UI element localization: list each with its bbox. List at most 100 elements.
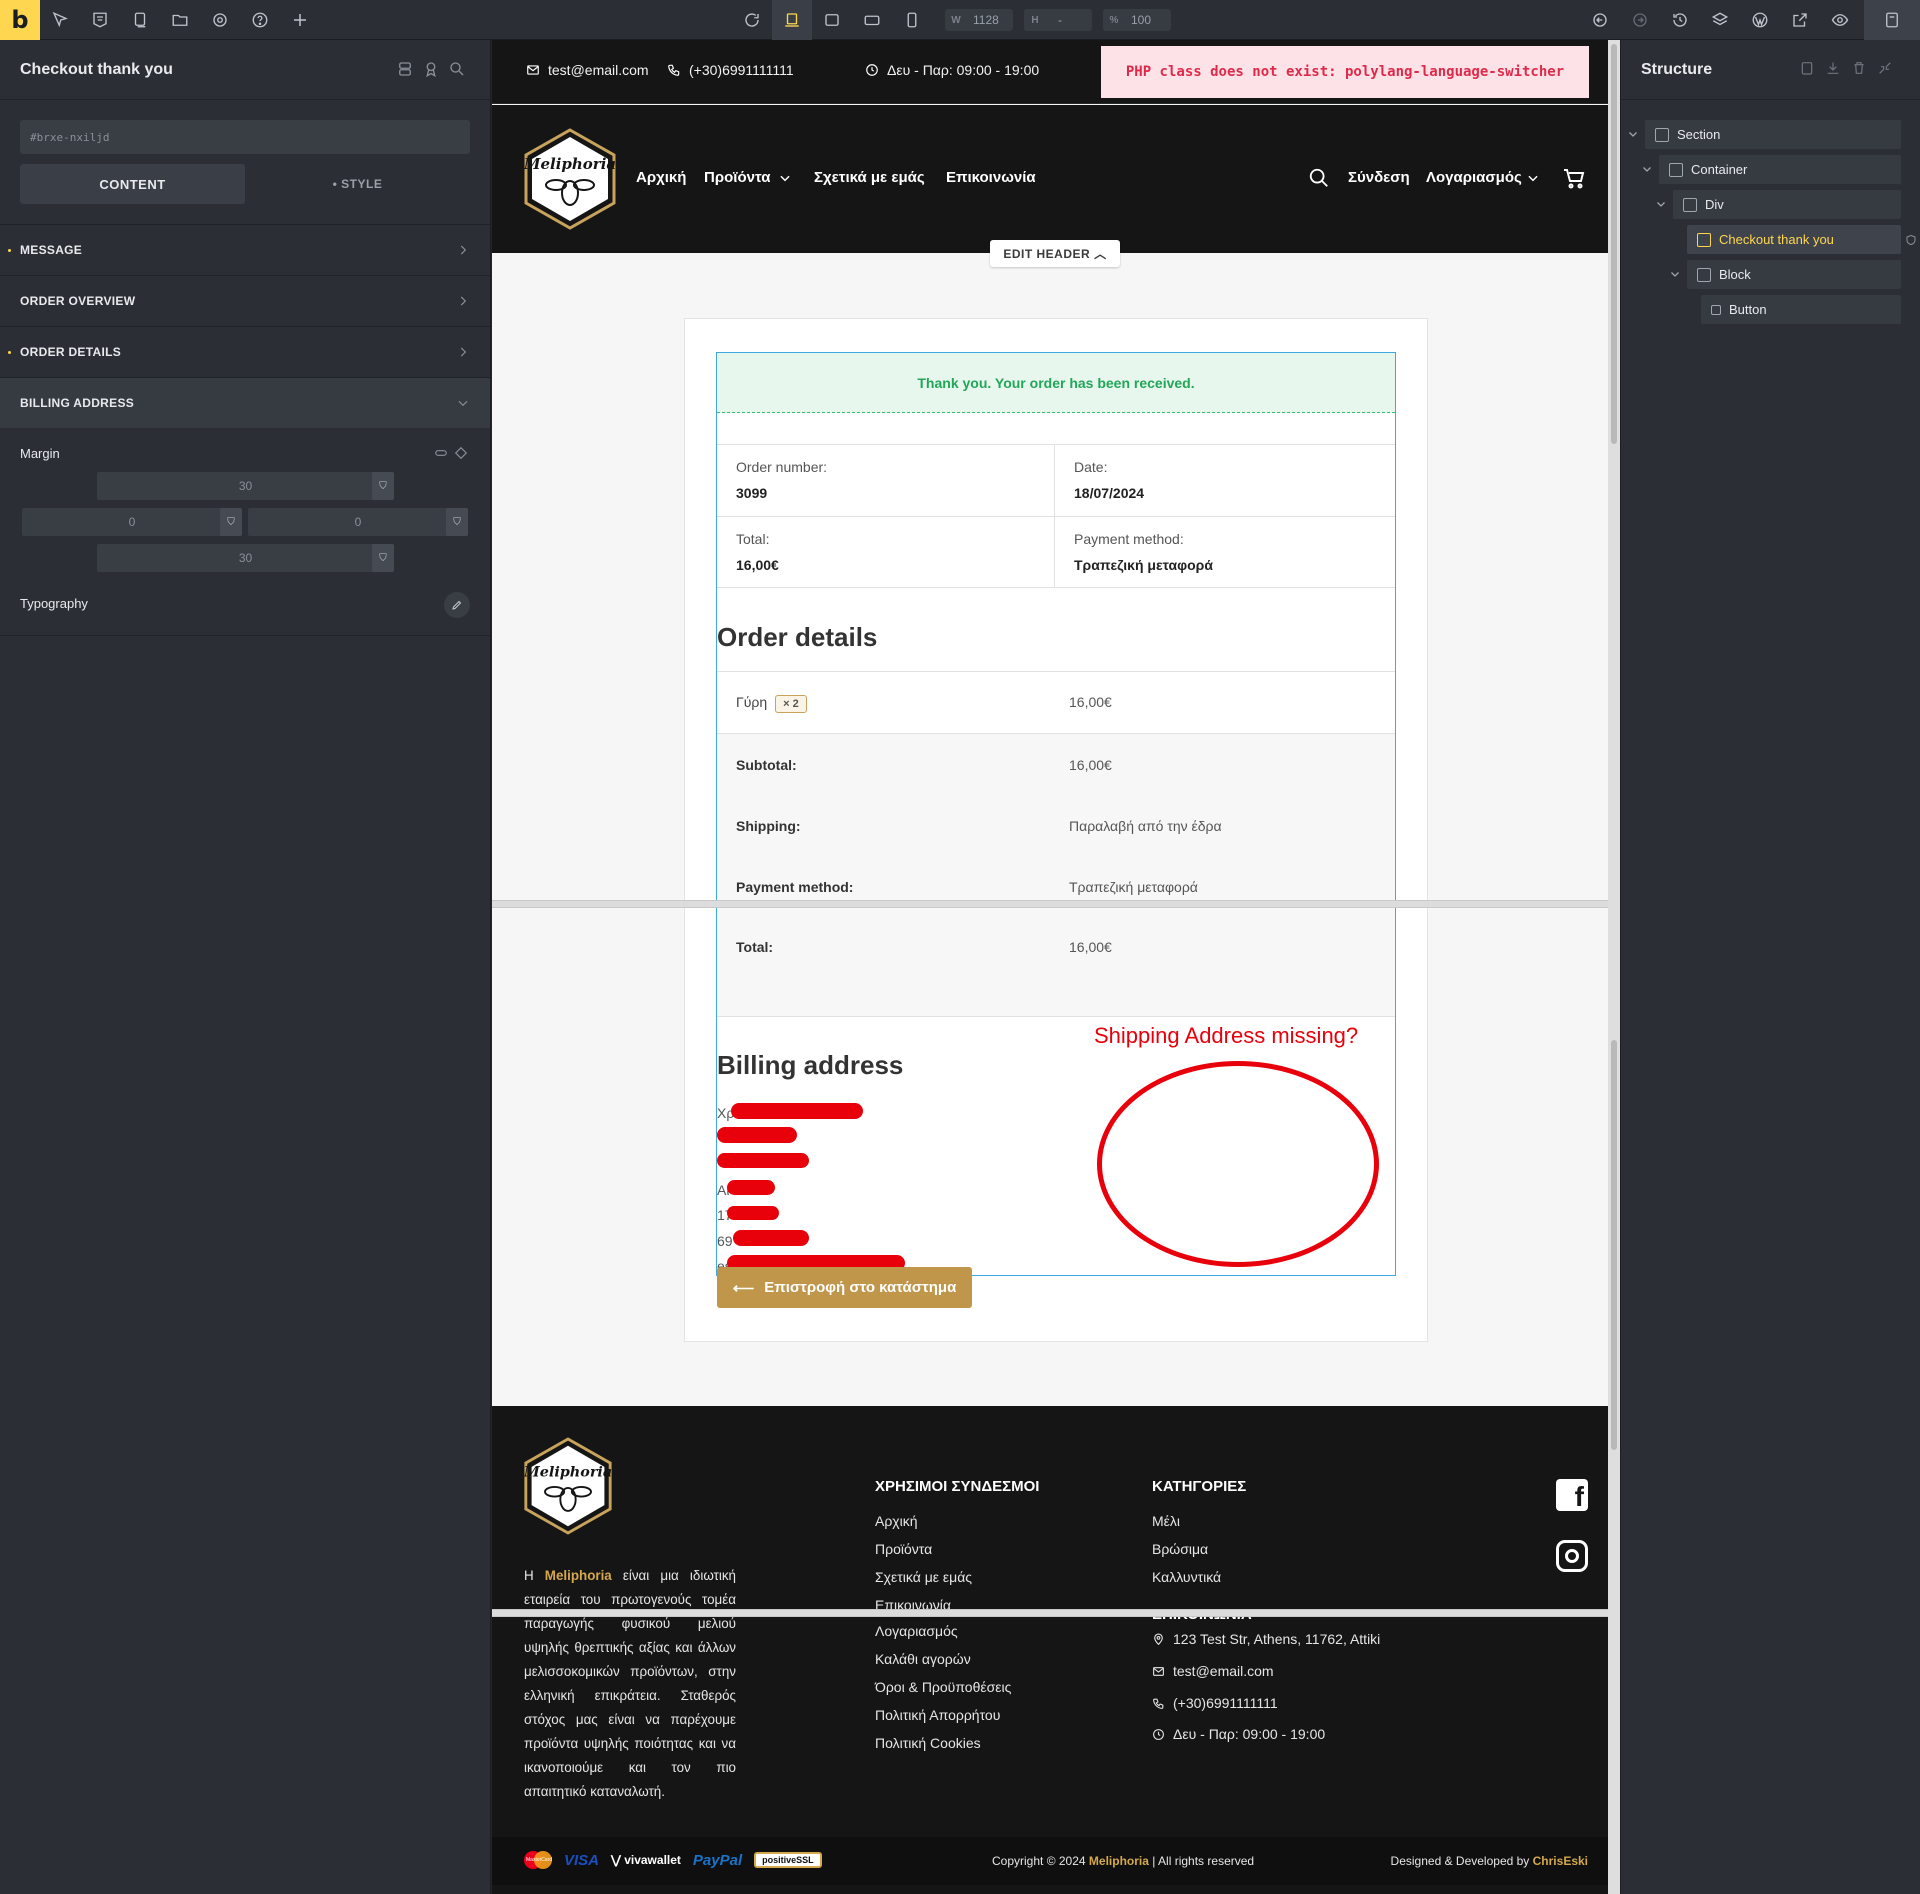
- footer-link[interactable]: Σχετικά με εμάς: [875, 1569, 972, 1585]
- chevron-down-icon: [456, 396, 470, 410]
- clipboard-icon[interactable]: [1799, 60, 1815, 76]
- badge-icon[interactable]: [422, 60, 440, 78]
- edit-pencil-icon[interactable]: [444, 592, 470, 618]
- chevron-down-icon[interactable]: [778, 171, 792, 185]
- tree-button[interactable]: Button: [1701, 295, 1901, 324]
- footer-email[interactable]: test@email.com: [1152, 1663, 1274, 1679]
- footer-link[interactable]: Πολιτική Cookies: [875, 1735, 981, 1751]
- topbar-phone[interactable]: (+30)6991111111: [667, 62, 794, 78]
- facebook-icon[interactable]: f: [1556, 1479, 1588, 1511]
- element-id-field[interactable]: #brxe-nxiljd: [20, 120, 470, 154]
- scale-field[interactable]: % 100: [1103, 9, 1171, 31]
- site-logo[interactable]: Meliphoria: [522, 127, 618, 231]
- settings-icon[interactable]: [208, 8, 232, 32]
- item-name[interactable]: Γύρη: [736, 694, 767, 710]
- margin-bottom-input[interactable]: 30 ⛉: [97, 544, 394, 572]
- search-icon[interactable]: [448, 60, 466, 78]
- return-to-shop-button[interactable]: ⟵ Επιστροφή στο κατάστημα: [717, 1267, 972, 1308]
- redo-icon[interactable]: [1628, 8, 1652, 32]
- mobile-icon[interactable]: [900, 8, 924, 32]
- tree-container[interactable]: Container: [1659, 155, 1901, 184]
- nav-account[interactable]: Λογαριασμός: [1426, 169, 1522, 186]
- footer-link[interactable]: Καλάθι αγορών: [875, 1651, 971, 1667]
- download-icon[interactable]: [1825, 60, 1841, 76]
- save-icon[interactable]: [1880, 8, 1904, 32]
- accordion-message[interactable]: MESSAGE: [0, 224, 490, 275]
- margin-right-input[interactable]: 0 ⛉: [248, 508, 468, 536]
- nav-login[interactable]: Σύνδεση: [1348, 169, 1410, 186]
- external-link-icon[interactable]: [1788, 8, 1812, 32]
- tablet-icon[interactable]: [860, 8, 884, 32]
- chevron-down-icon[interactable]: [1627, 128, 1639, 140]
- designer-link[interactable]: ChrisEski: [1533, 1854, 1588, 1868]
- accordion-order-details[interactable]: ORDER DETAILS: [0, 326, 490, 377]
- link-icon[interactable]: [434, 446, 448, 460]
- tab-style[interactable]: • STYLE: [245, 164, 470, 204]
- wordpress-icon[interactable]: [1748, 8, 1772, 32]
- footer-phone[interactable]: (+30)6991111111: [1152, 1695, 1278, 1711]
- chevron-down-icon[interactable]: [1641, 163, 1653, 175]
- payment-logos: MasterCard VISA ⋁ vivawallet PayPal posi…: [524, 1851, 822, 1869]
- bricks-logo[interactable]: b: [0, 0, 40, 40]
- category-link[interactable]: Καλλυντικά: [1152, 1569, 1221, 1585]
- hours-text: Δευ - Παρ: 09:00 - 19:00: [887, 62, 1040, 78]
- footer-logo[interactable]: Meliphoria: [522, 1436, 614, 1536]
- width-field[interactable]: W 1128: [945, 9, 1013, 31]
- margin-top-input[interactable]: 30 ⛉: [97, 472, 394, 500]
- height-field[interactable]: H-: [1024, 9, 1092, 31]
- nav-contact[interactable]: Επικοινωνία: [946, 169, 1036, 186]
- cursor-icon[interactable]: [48, 8, 72, 32]
- chevron-down-icon[interactable]: [1526, 171, 1540, 185]
- footer-link[interactable]: Αρχική: [875, 1513, 918, 1529]
- refresh-icon[interactable]: [740, 8, 764, 32]
- template-icon[interactable]: [88, 8, 112, 32]
- undo-icon[interactable]: [1588, 8, 1612, 32]
- scrollbar-thumb[interactable]: [1611, 1040, 1617, 1450]
- accordion-order-overview[interactable]: ORDER OVERVIEW: [0, 275, 490, 326]
- mail-icon: [1152, 1665, 1165, 1678]
- nav-products[interactable]: Προϊόντα: [704, 169, 770, 186]
- footer-link[interactable]: Προϊόντα: [875, 1541, 932, 1557]
- nav-about[interactable]: Σχετικά με εμάς: [814, 169, 925, 186]
- search-icon[interactable]: [1308, 167, 1330, 189]
- scrollbar-thumb[interactable]: [1611, 44, 1617, 444]
- history-icon[interactable]: [1668, 8, 1692, 32]
- copyright-brand[interactable]: Meliphoria: [1089, 1854, 1149, 1868]
- footer-link[interactable]: Λογαριασμός: [875, 1623, 958, 1639]
- footer-link[interactable]: Πολιτική Απορρήτου: [875, 1707, 1000, 1723]
- edit-header-label: EDIT HEADER: [1003, 246, 1091, 261]
- tree-block[interactable]: Block: [1687, 260, 1901, 289]
- structure-title: Structure: [1641, 60, 1713, 78]
- tree-div[interactable]: Div: [1673, 190, 1901, 219]
- layers-icon[interactable]: [1708, 8, 1732, 32]
- tablet-landscape-icon[interactable]: [820, 8, 844, 32]
- canvas-scrollbar[interactable]: [1608, 40, 1620, 1894]
- topbar-email[interactable]: test@email.com: [526, 62, 649, 78]
- cart-icon[interactable]: [1562, 166, 1586, 190]
- chevron-down-icon[interactable]: [1655, 198, 1667, 210]
- nav-home[interactable]: Αρχική: [636, 169, 686, 186]
- pages-icon[interactable]: [128, 8, 152, 32]
- category-link[interactable]: Βρώσιμα: [1152, 1541, 1208, 1557]
- add-icon[interactable]: [288, 8, 312, 32]
- category-link[interactable]: Μέλι: [1152, 1513, 1180, 1529]
- css-class-icon[interactable]: [396, 60, 414, 78]
- tab-content[interactable]: CONTENT: [20, 164, 245, 204]
- responsive-icon[interactable]: [454, 446, 468, 460]
- folder-icon[interactable]: [168, 8, 192, 32]
- modified-dot: [8, 351, 11, 354]
- help-icon[interactable]: [248, 8, 272, 32]
- collapse-icon[interactable]: [1877, 60, 1893, 76]
- instagram-icon[interactable]: [1556, 1540, 1588, 1572]
- address-text: 123 Test Str, Athens, 11762, Attiki: [1173, 1631, 1381, 1647]
- desktop-breakpoint-icon[interactable]: [780, 8, 804, 32]
- margin-left-input[interactable]: 0 ⛉: [22, 508, 242, 536]
- preview-eye-icon[interactable]: [1828, 8, 1852, 32]
- footer-link[interactable]: Όροι & Προϋποθέσεις: [875, 1679, 1011, 1695]
- chevron-down-icon[interactable]: [1669, 268, 1681, 280]
- tree-checkout-thank-you[interactable]: Checkout thank you: [1687, 225, 1901, 254]
- trash-icon[interactable]: [1851, 60, 1867, 76]
- edit-header-button[interactable]: EDIT HEADER ︿: [990, 240, 1120, 267]
- accordion-billing-address[interactable]: BILLING ADDRESS: [0, 377, 490, 428]
- tree-section[interactable]: Section: [1645, 120, 1901, 149]
